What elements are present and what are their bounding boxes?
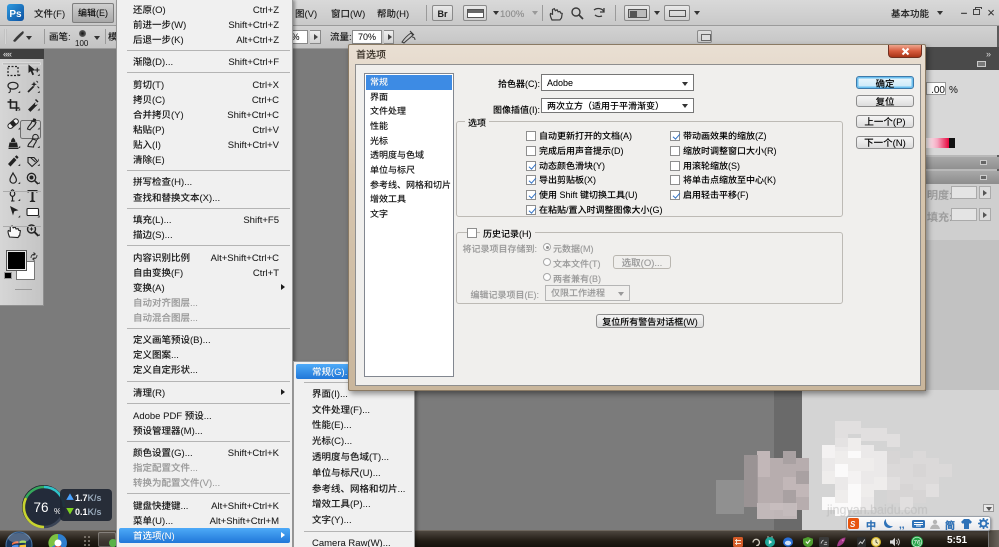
svg-text:76: 76 [33, 500, 48, 515]
svg-text:76: 76 [913, 539, 921, 546]
